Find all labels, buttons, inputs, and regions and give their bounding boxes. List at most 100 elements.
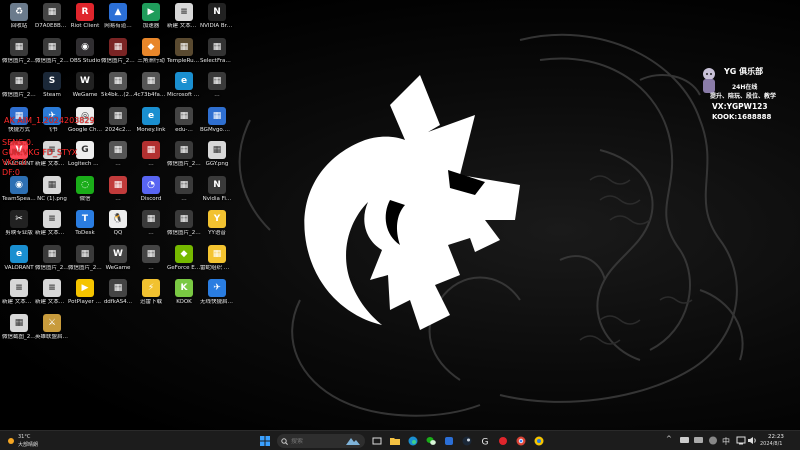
tray-app-icon[interactable] <box>708 436 718 445</box>
desktop-icon[interactable]: W WeGame <box>101 244 135 279</box>
desktop-icon[interactable]: ▦… <box>167 175 201 210</box>
desktop-icon[interactable]: ▦… <box>101 175 135 210</box>
desktop-icon[interactable]: ▦ ddfkAS4… <box>101 279 135 313</box>
taskbar-app-2[interactable] <box>496 434 510 448</box>
network-icon[interactable] <box>736 436 746 445</box>
app-icon <box>445 437 453 445</box>
desktop-icon[interactable]: ✈ 无线快捷启动器 <box>200 279 234 313</box>
desktop-icon-label: Microsoft Edge <box>167 92 201 98</box>
desktop-icon[interactable]: ▦雷蛇组织 WeGame版 <box>200 244 234 279</box>
desktop-icon[interactable]: ▦微信截图_20240… <box>2 313 36 348</box>
desktop: ♻回收站▦D7A0E8BA4…RRiot Client▲网易有道…▶加速器≡新建… <box>0 0 800 430</box>
desktop-icon[interactable]: ♻ 回收站 <box>2 3 36 37</box>
desktop-icon[interactable]: ▦ GGY.png <box>200 141 234 175</box>
desktop-icon[interactable]: ▦… <box>134 210 168 244</box>
taskbar: 31°C 大部晴朗 G <box>0 430 800 450</box>
weather-widget[interactable]: 31°C 大部晴朗 <box>4 433 48 449</box>
taskbar-edge[interactable] <box>406 434 420 448</box>
desktop-icon[interactable]: ≡ 新建 文本文档 (4).txt <box>35 210 69 244</box>
desktop-icon[interactable]: ≡新建 文本文档.txt <box>35 141 69 175</box>
desktop-icon[interactable]: ▦微信图片_20240807… <box>35 37 69 72</box>
desktop-icon[interactable]: e Microsoft Edge <box>167 72 201 106</box>
desktop-icon[interactable]: ▦微信图片_20240807… <box>167 141 201 175</box>
tray-app-icon[interactable] <box>694 436 704 445</box>
desktop-icon[interactable]: ⚡ 迅雷下载 <box>134 279 168 313</box>
desktop-icon[interactable]: ◌ 微信 <box>68 175 102 210</box>
weather-condition: 大部晴朗 <box>18 442 39 448</box>
desktop-icon[interactable]: ▦微信图片_20240807… <box>101 37 135 72</box>
desktop-icon[interactable]: ▦ edu-… <box>167 106 201 141</box>
desktop-icon-label: Google Chrome <box>68 126 102 133</box>
desktop-icon[interactable]: ▦ 2024c2… <box>101 106 135 141</box>
desktop-icon[interactable]: ≡新建 文本文档.txt <box>167 3 201 37</box>
volume-icon[interactable] <box>748 436 758 445</box>
taskbar-app-1[interactable] <box>442 434 456 448</box>
desktop-icon[interactable]: ▦微信图片_20240807… <box>2 37 36 72</box>
desktop-icon[interactable]: G Logitech G HUB <box>68 141 102 175</box>
desktop-icon[interactable]: ◆GeForce Experience <box>167 244 201 279</box>
taskbar-wechat[interactable] <box>424 434 438 448</box>
desktop-icon[interactable]: ▦微信图片_20240807… <box>68 244 102 279</box>
desktop-icon[interactable]: ▶ PotPlayer 64 bit <box>68 279 102 313</box>
desktop-icon[interactable]: Y YY语音 <box>200 210 234 244</box>
taskbar-steam[interactable] <box>460 434 474 448</box>
desktop-icon[interactable]: e VALORANT <box>2 244 36 279</box>
desktop-icon[interactable]: ▦ TempleRun… <box>167 37 201 72</box>
desktop-icon[interactable]: ▦SelectFrame… <box>200 37 234 72</box>
desktop-icon[interactable]: ◆ 三角洲行动 <box>134 37 168 72</box>
desktop-icon[interactable]: N Nvidia Fi… <box>200 175 234 210</box>
start-button[interactable] <box>258 434 272 448</box>
desktop-icon[interactable]: ▲ 网易有道… <box>101 3 135 37</box>
desktop-icon[interactable]: ▦ NC (1).png <box>35 175 69 210</box>
taskbar-search[interactable] <box>277 434 365 448</box>
desktop-icon[interactable]: W WeGame <box>68 72 102 106</box>
desktop-icon[interactable]: S Steam <box>35 72 69 106</box>
desktop-icon[interactable]: ≡ 新建 文本文档 (2).txt <box>2 279 36 313</box>
desktop-icon[interactable]: ◉ OBS Studio <box>68 37 102 72</box>
desktop-icon[interactable]: N NVIDIA Broadcast <box>200 3 234 37</box>
desktop-icon[interactable]: ◉TeamSpeak 3 Client <box>2 175 36 210</box>
clock-date[interactable]: 2024/8/1 <box>760 441 782 447</box>
desktop-icon[interactable]: K KOOK <box>167 279 201 313</box>
desktop-icon[interactable]: ▦微信图片_20240807… <box>35 244 69 279</box>
desktop-icon[interactable]: e Money.link <box>134 106 168 141</box>
desktop-icon[interactable]: ▦微信图片_20240807… <box>2 72 36 106</box>
desktop-icon[interactable]: ⚔英雄联盟启动器 <box>35 313 69 348</box>
desktop-icon[interactable]: ▶ 加速器 <box>134 3 168 37</box>
club-kook: KOOK:1688888 <box>712 113 772 121</box>
recycle-bin-icon: ♻ <box>10 3 28 21</box>
desktop-icon-label: 微信图片_20240807… <box>167 230 201 236</box>
image-file-icon: ▦ <box>43 175 61 194</box>
desktop-icon[interactable]: ≡ 新建 文本文档 (3).txt <box>35 279 69 313</box>
desktop-icon[interactable]: ▦… <box>200 72 234 106</box>
clock-time[interactable]: 22:23 <box>768 434 784 440</box>
search-input[interactable] <box>291 437 351 445</box>
desktop-icon[interactable]: ▦ D7A0E8BA4… <box>35 3 69 37</box>
desktop-icon[interactable]: ▦… <box>134 244 168 279</box>
desktop-icon[interactable]: T ToDesk <box>68 210 102 244</box>
desktop-icon[interactable]: ▦微信图片_20240807… <box>167 210 201 244</box>
desktop-icon-label: 三角洲行动 <box>137 57 165 64</box>
taskbar-task-view[interactable] <box>370 434 384 448</box>
desktop-icon-label: NC (1).png <box>37 195 67 202</box>
desktop-icon[interactable]: ▦ BGMvgo.HF… <box>200 106 234 141</box>
desktop-icon-label: D7A0E8BA4… <box>35 23 69 29</box>
taskbar-chrome[interactable] <box>514 434 528 448</box>
desktop-icon[interactable]: ▦… <box>134 141 168 175</box>
desktop-icon[interactable]: ▦ 5k4bk…(2).png <box>101 72 135 106</box>
taskbar-app-3[interactable] <box>532 434 546 448</box>
tray-app-icon[interactable] <box>680 436 690 445</box>
desktop-icon[interactable]: R Riot Client <box>68 3 102 37</box>
chinese-ime-icon[interactable]: 中 <box>722 436 732 445</box>
desktop-icon[interactable]: ◔ Discord <box>134 175 168 210</box>
desktop-icon[interactable]: ✂ 剪映专业版 <box>2 210 36 244</box>
desktop-icon-label: 微信图片_20240807… <box>101 57 135 64</box>
taskbar-logitech[interactable]: G <box>478 434 492 448</box>
taskbar-file-explorer[interactable] <box>388 434 402 448</box>
desktop-icon[interactable]: ▦… <box>101 141 135 175</box>
desktop-icon[interactable]: 🐧 QQ <box>101 210 135 244</box>
desktop-icon-label: … <box>148 230 154 236</box>
overlay-text-line3: GUN:VKG FD_STYX <box>2 148 78 157</box>
chevron-up-icon[interactable]: ^ <box>666 435 672 443</box>
desktop-icon[interactable]: ▦ 4c73b4fac…(2).png <box>134 72 168 106</box>
